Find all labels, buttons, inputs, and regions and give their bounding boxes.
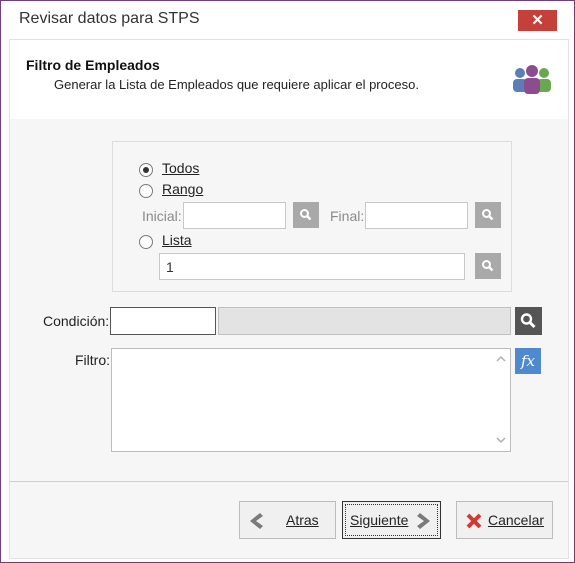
arrow-right-icon	[417, 513, 430, 529]
arrow-left-icon	[250, 513, 263, 529]
main-panel: Todos Rango Inicial: Final: Lista 1 Cond…	[9, 119, 569, 481]
todos-label[interactable]: Todos	[162, 160, 199, 176]
back-label: Atras	[286, 512, 319, 528]
lista-search-button[interactable]	[475, 253, 501, 279]
page-subtitle: Generar la Lista de Empleados que requie…	[54, 77, 419, 92]
next-label: Siguiente	[350, 512, 409, 528]
dialog-window: Revisar datos para STPS ✕ Filtro de Empl…	[0, 0, 575, 563]
cancel-button[interactable]: Cancelar	[456, 501, 553, 539]
inicial-search-button[interactable]	[293, 202, 319, 228]
users-icon	[513, 65, 551, 94]
cancel-label: Cancelar	[488, 512, 545, 528]
close-icon: ✕	[531, 12, 544, 29]
scroll-up-arrow-icon[interactable]	[496, 355, 506, 362]
title-bar: Revisar datos para STPS ✕	[1, 1, 574, 37]
cancel-x-icon	[466, 513, 482, 529]
search-icon	[482, 260, 494, 272]
footer-bar: Atras Siguiente Cancelar	[9, 481, 569, 559]
function-icon: fx	[520, 352, 535, 370]
final-search-button[interactable]	[475, 202, 501, 228]
back-button[interactable]: Atras	[239, 501, 336, 539]
final-label: Final:	[330, 208, 365, 224]
condicion-search-button[interactable]	[515, 307, 542, 335]
lista-input[interactable]: 1	[159, 253, 465, 280]
formula-button[interactable]: fx	[515, 348, 541, 374]
search-icon	[482, 209, 494, 221]
scroll-down-arrow-icon[interactable]	[496, 437, 506, 444]
lista-radio[interactable]	[139, 235, 153, 249]
condicion-code-input[interactable]	[110, 307, 216, 335]
inicial-input[interactable]	[183, 202, 286, 229]
filtro-textarea[interactable]	[111, 348, 511, 452]
condicion-description-field	[218, 307, 511, 335]
employee-filter-group: Todos Rango Inicial: Final: Lista 1	[112, 141, 512, 292]
filtro-label: Filtro:	[75, 352, 110, 368]
todos-radio[interactable]	[139, 163, 153, 177]
page-title: Filtro de Empleados	[26, 57, 160, 73]
next-button[interactable]: Siguiente	[342, 501, 441, 539]
rango-label[interactable]: Rango	[162, 181, 203, 197]
search-icon	[520, 313, 536, 329]
inicial-label: Inicial:	[142, 208, 182, 224]
window-title: Revisar datos para STPS	[19, 10, 200, 27]
filtro-scrollbar[interactable]	[492, 349, 510, 451]
header-panel: Filtro de Empleados Generar la Lista de …	[9, 39, 569, 121]
rango-radio[interactable]	[139, 184, 153, 198]
condicion-label: Condición:	[43, 313, 110, 329]
search-icon	[300, 209, 312, 221]
lista-label[interactable]: Lista	[162, 232, 192, 248]
final-input[interactable]	[365, 202, 468, 229]
close-button[interactable]: ✕	[518, 10, 557, 31]
